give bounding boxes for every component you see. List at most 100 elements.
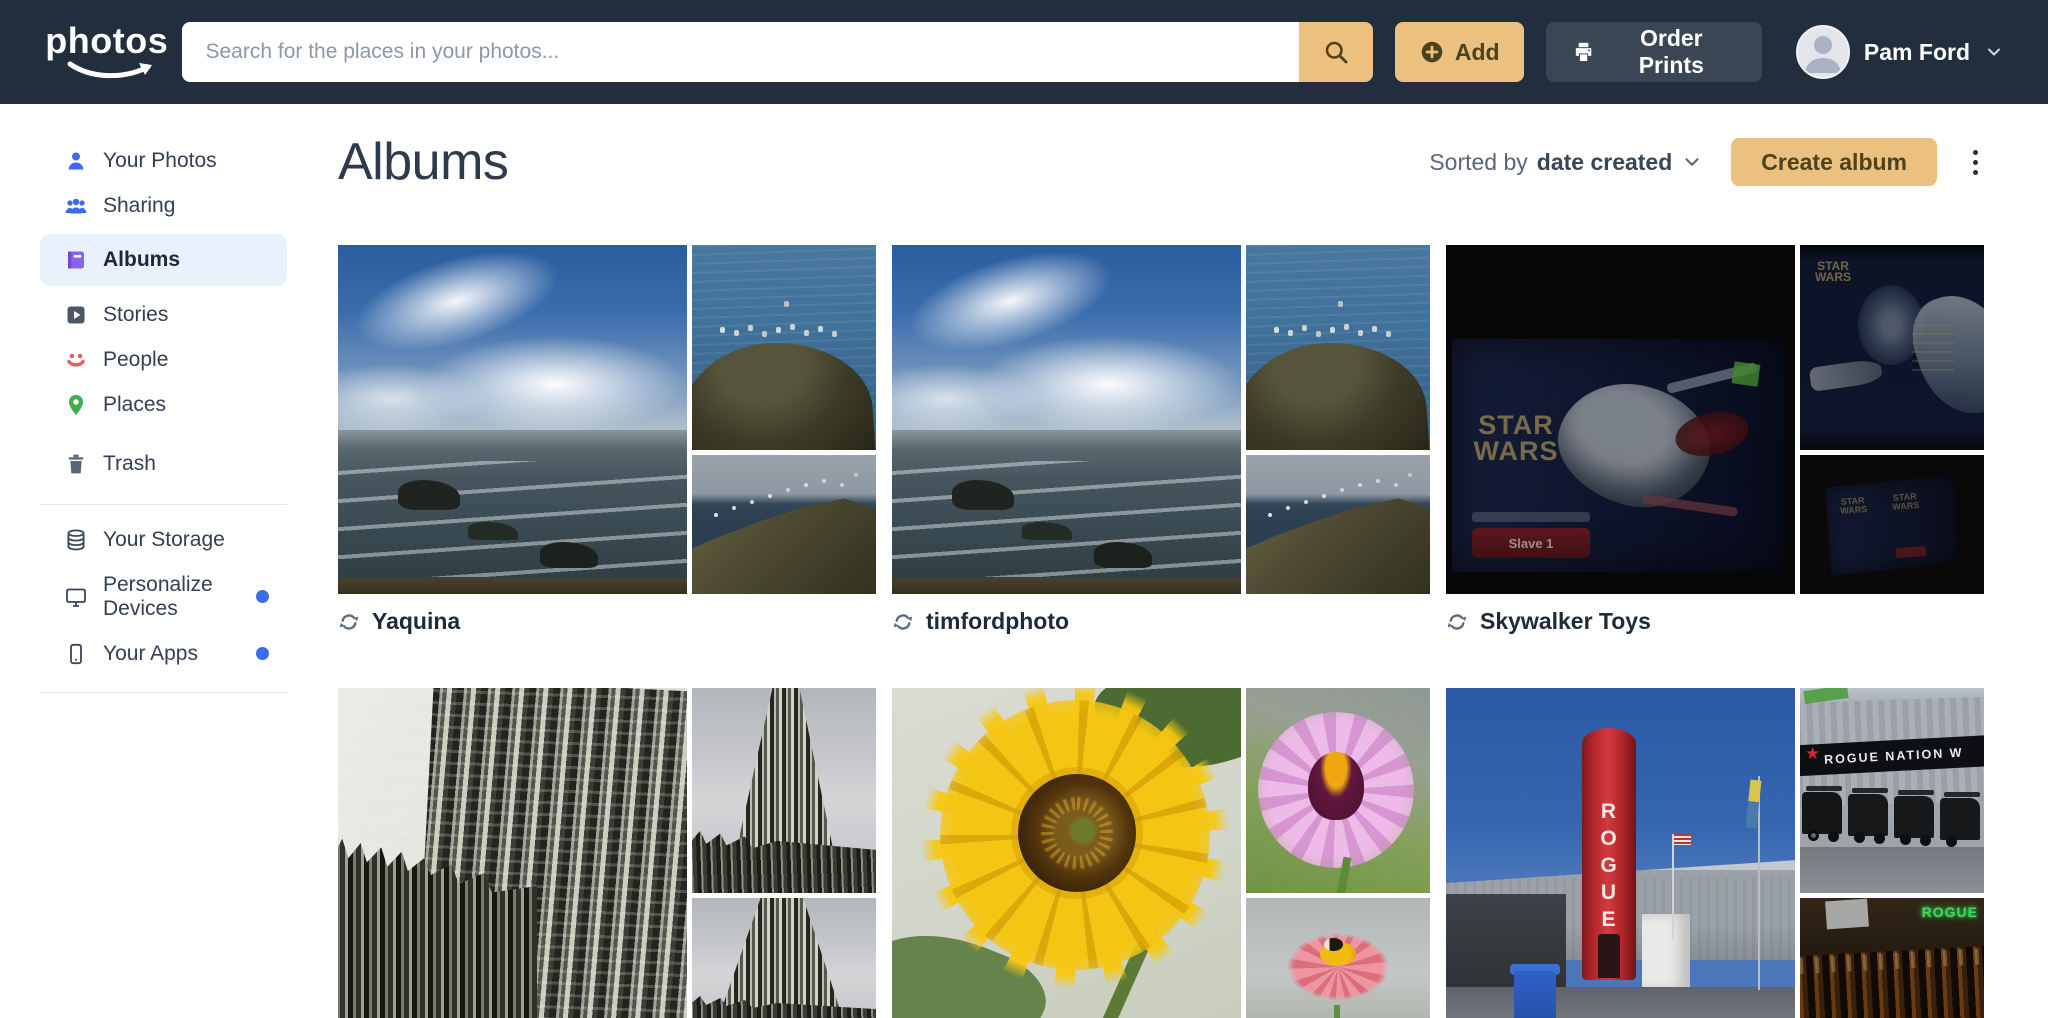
people-group-icon [64, 194, 88, 218]
order-prints-button[interactable]: Order Prints [1546, 22, 1762, 82]
album-cover-yaquina[interactable] [338, 245, 876, 594]
person-icon [64, 149, 88, 173]
album-photo-column [692, 245, 876, 594]
photos-logo[interactable]: photos [44, 23, 170, 81]
album-photo-column [692, 688, 876, 1018]
sync-icon [1446, 611, 1468, 633]
album-cover-rogue[interactable]: ROGUE ROGUE NATION W ★ [1446, 688, 1984, 1018]
create-album-button[interactable]: Create album [1731, 138, 1937, 186]
album-photo-sunflower[interactable] [892, 688, 1241, 1018]
art-white-sign [1825, 899, 1869, 930]
smartphone-icon [64, 642, 88, 666]
sync-icon [892, 611, 914, 633]
album-cover-timfordphoto[interactable] [892, 245, 1430, 594]
sidebar-item-sharing[interactable]: Sharing [40, 183, 287, 228]
album-photo-starwars-box-angle[interactable]: STAR WARS STAR WARS [1800, 455, 1984, 594]
search-input[interactable] [182, 22, 1299, 82]
plus-circle-icon [1419, 39, 1445, 65]
album-photo-ocean[interactable] [892, 245, 1241, 594]
album-cover-flowers[interactable] [892, 688, 1430, 1018]
page-title: Albums [338, 132, 508, 192]
main-content: Albums Sorted by date created Create alb… [338, 104, 2048, 1018]
chevron-down-icon [1681, 151, 1703, 173]
art-birds [714, 513, 718, 517]
chevron-down-icon [1984, 42, 2004, 62]
add-button[interactable]: Add [1395, 22, 1524, 82]
album-photo-rogue-nation[interactable]: ROGUE NATION W ★ [1800, 688, 1984, 893]
logo-text: photos [45, 23, 168, 59]
album-photo-starwars-box[interactable]: STAR WARS Slave 1 [1446, 245, 1795, 594]
art-flagpole [1672, 834, 1674, 940]
new-badge-dot [256, 647, 269, 660]
sidebar-item-personalize-devices[interactable]: Personalize Devices [40, 574, 287, 619]
art-birds [1268, 513, 1272, 517]
album-photo-pelicans[interactable] [1246, 245, 1430, 450]
sidebar-item-stories[interactable]: Stories [40, 292, 287, 337]
user-name: Pam Ford [1864, 39, 1970, 66]
map-pin-icon [64, 393, 88, 417]
sidebar-item-your-apps[interactable]: Your Apps [40, 631, 287, 676]
art-red-star: ★ [1805, 744, 1820, 764]
album-name-row[interactable]: Yaquina [338, 608, 876, 635]
sidebar-item-label: Albums [103, 248, 180, 272]
sidebar-item-places[interactable]: Places [40, 382, 287, 427]
album-photo-glass-tower[interactable] [338, 688, 687, 1018]
art-bee [1324, 938, 1343, 951]
album-photo-tower-sky[interactable] [692, 688, 876, 893]
search-button[interactable] [1299, 22, 1373, 82]
album-photo-column: STAR WARS STAR WARS STAR WARS [1800, 245, 1984, 594]
sort-value: date created [1537, 149, 1673, 176]
album-photo-cliff[interactable] [692, 455, 876, 594]
amazon-smile-icon [66, 61, 158, 81]
album-name-row[interactable]: Skywalker Toys [1446, 608, 1984, 635]
art-shed [1642, 914, 1690, 990]
album-photo-rogue-silo[interactable]: ROGUE [1446, 688, 1795, 1018]
monitor-icon [64, 585, 88, 609]
art-foam [892, 461, 1241, 576]
album-icon [64, 248, 88, 272]
album-photo-pelicans[interactable] [692, 245, 876, 450]
sort-dropdown[interactable]: Sorted by date created [1429, 149, 1703, 176]
art-birds [720, 327, 725, 333]
album-photo-beer-bottles[interactable]: ROGUE [1800, 898, 1984, 1018]
album-photo-zinnia[interactable] [1246, 688, 1430, 893]
album-photo-column: ROGUE NATION W ★ ROGUE [1800, 688, 1984, 1018]
sidebar-item-your-photos[interactable]: Your Photos [40, 138, 287, 183]
sort-prefix: Sorted by [1429, 149, 1527, 176]
art-flower-seeds [1026, 782, 1128, 884]
art-shadow-overlay [1800, 245, 1984, 450]
sidebar-item-label: Personalize Devices [103, 573, 241, 621]
album-photo-ocean[interactable] [338, 245, 687, 594]
sidebar-item-label: Your Storage [103, 528, 225, 552]
art-green-neon-text: ROGUE [1922, 904, 1978, 920]
sidebar-item-your-storage[interactable]: Your Storage [40, 517, 287, 562]
album-photo-column [1246, 245, 1430, 594]
album-photo-tower-detail[interactable] [692, 898, 876, 1018]
sidebar-item-trash[interactable]: Trash [40, 441, 287, 486]
sidebar-item-label: Stories [103, 303, 168, 327]
more-options-button[interactable] [1967, 144, 1984, 181]
sidebar-item-albums[interactable]: Albums [40, 234, 287, 286]
album-cover-buildings[interactable] [338, 688, 876, 1018]
sidebar-divider [40, 692, 287, 693]
printer-icon [1572, 40, 1595, 64]
album-photo-flower-bee[interactable] [1246, 898, 1430, 1018]
album-name-row[interactable]: timfordphoto [892, 608, 1430, 635]
album-cover-skywalker-toys[interactable]: STAR WARS Slave 1 STAR WARS [1446, 245, 1984, 594]
art-shadow-overlay [1446, 245, 1795, 594]
account-menu[interactable]: Pam Ford [1796, 25, 2004, 79]
sidebar-item-label: Your Photos [103, 149, 217, 173]
trash-icon [64, 452, 88, 476]
album-photo-cliff[interactable] [1246, 455, 1430, 594]
art-shadow-overlay [1800, 455, 1984, 594]
album-photo-starwars-box-back[interactable]: STAR WARS [1800, 245, 1984, 450]
smiley-icon [64, 348, 88, 372]
art-train-cars [1802, 792, 1842, 834]
art-stem [1334, 1005, 1340, 1018]
sidebar-item-people[interactable]: People [40, 337, 287, 382]
new-badge-dot [256, 590, 269, 603]
album-card: Yaquina [338, 245, 876, 635]
order-prints-label: Order Prints [1607, 25, 1736, 79]
add-button-label: Add [1455, 39, 1500, 66]
sidebar-item-label: Your Apps [103, 642, 198, 666]
